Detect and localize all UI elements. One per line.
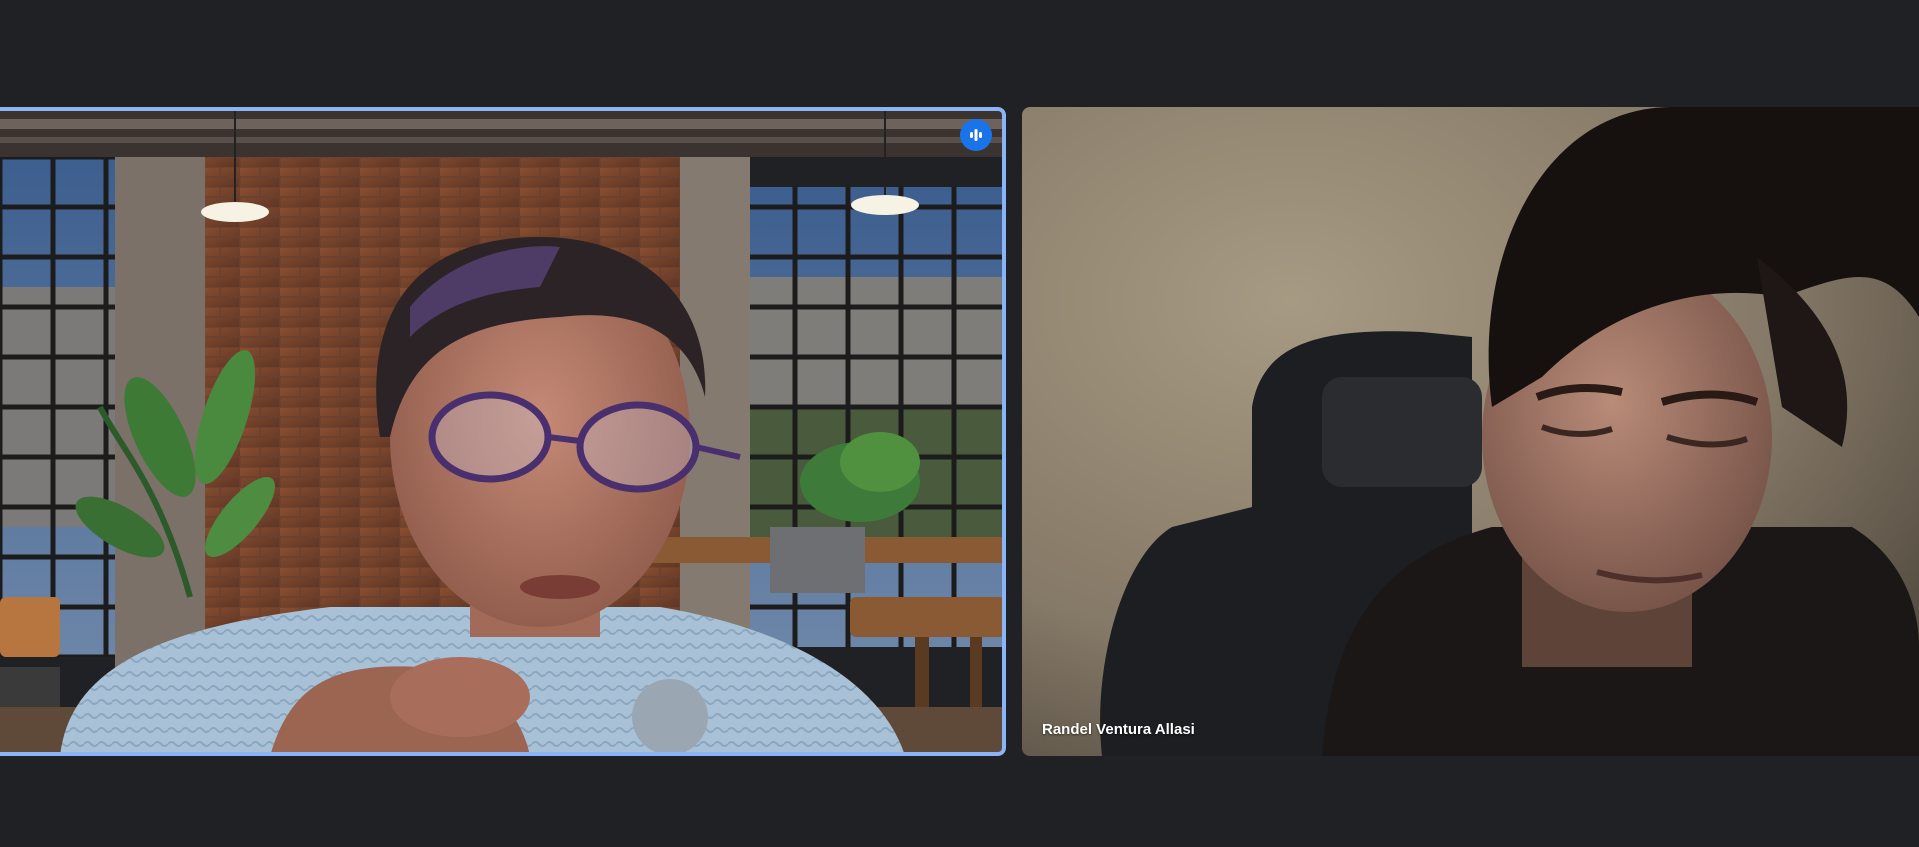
participant-tile[interactable]: Randel Ventura Allasi [1022, 107, 1919, 756]
meeting-stage: Randel Ventura Allasi [0, 0, 1919, 847]
audio-level-icon [960, 119, 992, 151]
participant-video-feed [1022, 107, 1919, 756]
participant-name-label: Randel Ventura Allasi [1042, 721, 1195, 738]
participant-video-feed [0, 107, 1006, 756]
participant-tile-active-speaker[interactable] [0, 107, 1006, 756]
